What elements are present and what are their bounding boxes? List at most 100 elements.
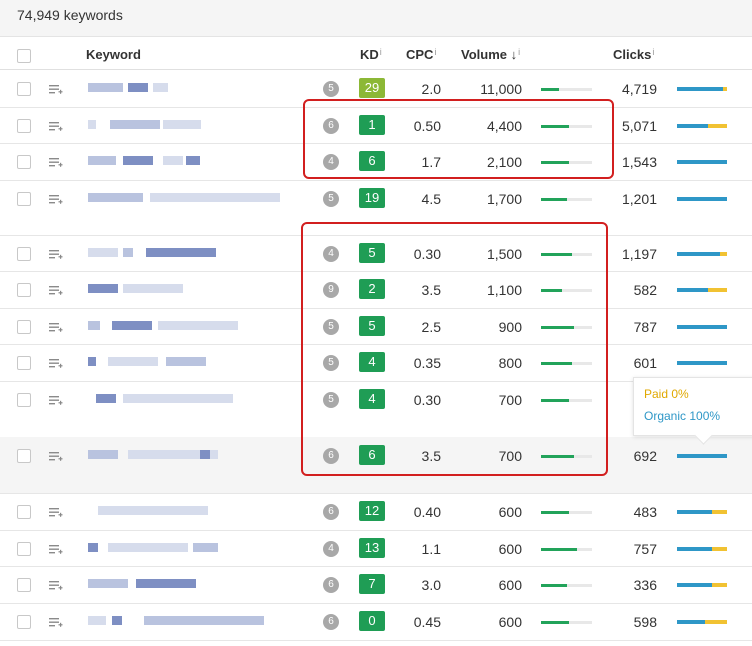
keyword-blurred[interactable] (88, 394, 288, 404)
add-to-list-icon[interactable] (49, 394, 63, 406)
rd-badge: 4 (323, 246, 339, 262)
rd-badge: 9 (323, 282, 339, 298)
add-to-list-icon[interactable] (49, 248, 63, 260)
add-to-list-icon[interactable] (49, 616, 63, 628)
volume-bar (541, 455, 592, 458)
clicks-bar[interactable] (677, 288, 727, 292)
keyword-blurred[interactable] (88, 284, 288, 294)
keyword-blurred[interactable] (88, 321, 288, 331)
row-checkbox[interactable] (17, 82, 31, 96)
row-checkbox[interactable] (17, 119, 31, 133)
kd-badge: 6 (359, 151, 385, 171)
kd-badge: 13 (359, 538, 385, 558)
row-checkbox[interactable] (17, 356, 31, 370)
kd-badge: 4 (359, 352, 385, 372)
rd-badge: 5 (323, 392, 339, 408)
clicks-bar[interactable] (677, 583, 727, 587)
rd-badge: 4 (323, 154, 339, 170)
info-icon[interactable]: i (434, 47, 436, 57)
keyword-blurred[interactable] (88, 579, 288, 589)
info-icon[interactable]: i (380, 47, 382, 57)
clicks-bar[interactable] (677, 87, 727, 91)
keyword-blurred[interactable] (88, 357, 288, 367)
clicks-bar[interactable] (677, 124, 727, 128)
add-to-list-icon[interactable] (49, 506, 63, 518)
clicks-bar[interactable] (677, 454, 727, 458)
rd-badge: 5 (323, 355, 339, 371)
volume-bar (541, 584, 592, 587)
kd-badge: 29 (359, 78, 385, 98)
row-checkbox[interactable] (17, 393, 31, 407)
column-cpc[interactable]: CPCi (406, 47, 436, 62)
add-to-list-icon[interactable] (49, 156, 63, 168)
keyword-count: 74,949 keywords (17, 7, 123, 23)
volume-value: 700 (498, 392, 522, 408)
clicks-bar[interactable] (677, 547, 727, 551)
column-clicks[interactable]: Clicksi (613, 47, 654, 62)
clicks-bar[interactable] (677, 197, 727, 201)
keyword-blurred[interactable] (88, 156, 288, 166)
clicks-bar[interactable] (677, 510, 727, 514)
add-to-list-icon[interactable] (49, 543, 63, 555)
info-icon[interactable]: i (518, 47, 520, 57)
keyword-blurred[interactable] (88, 506, 288, 516)
column-kd[interactable]: KDi (360, 47, 382, 62)
table-row: 6 12 0.40 600 483 (0, 493, 752, 531)
info-icon[interactable]: i (652, 47, 654, 57)
clicks-value: 1,201 (621, 191, 657, 207)
add-to-list-icon[interactable] (49, 450, 63, 462)
rd-badge: 4 (323, 541, 339, 557)
tooltip-organic: Organic 100% (644, 409, 721, 423)
keyword-blurred[interactable] (88, 193, 288, 203)
row-checkbox[interactable] (17, 615, 31, 629)
clicks-value: 336 (633, 577, 657, 593)
cpc-value: 1.7 (421, 154, 441, 170)
clicks-bar[interactable] (677, 325, 727, 329)
kd-badge: 5 (359, 243, 385, 263)
add-to-list-icon[interactable] (49, 193, 63, 205)
row-checkbox[interactable] (17, 283, 31, 297)
clicks-bar[interactable] (677, 620, 727, 624)
keyword-blurred[interactable] (88, 616, 288, 626)
clicks-bar[interactable] (677, 361, 727, 365)
summary-bar: 74,949 keywords (0, 0, 752, 37)
volume-value: 600 (498, 577, 522, 593)
volume-bar (541, 161, 592, 164)
add-to-list-icon[interactable] (49, 120, 63, 132)
volume-bar (541, 125, 592, 128)
volume-value: 700 (498, 448, 522, 464)
keyword-blurred[interactable] (88, 248, 288, 258)
row-checkbox[interactable] (17, 192, 31, 206)
row-checkbox[interactable] (17, 578, 31, 592)
column-keyword[interactable]: Keyword (86, 47, 141, 62)
volume-value: 600 (498, 541, 522, 557)
keyword-blurred[interactable] (88, 543, 288, 553)
row-checkbox[interactable] (17, 449, 31, 463)
keyword-blurred[interactable] (88, 450, 288, 460)
row-checkbox[interactable] (17, 505, 31, 519)
cpc-value: 0.40 (413, 504, 441, 520)
row-checkbox[interactable] (17, 155, 31, 169)
cpc-value: 0.30 (413, 392, 441, 408)
keyword-blurred[interactable] (88, 83, 288, 93)
volume-bar (541, 399, 592, 402)
volume-value: 1,700 (486, 191, 522, 207)
row-checkbox[interactable] (17, 320, 31, 334)
add-to-list-icon[interactable] (49, 321, 63, 333)
select-all-checkbox[interactable] (17, 49, 31, 63)
clicks-value: 4,719 (621, 81, 657, 97)
add-to-list-icon[interactable] (49, 284, 63, 296)
clicks-bar[interactable] (677, 160, 727, 164)
add-to-list-icon[interactable] (49, 357, 63, 369)
row-checkbox[interactable] (17, 542, 31, 556)
rd-badge: 6 (323, 577, 339, 593)
table-row: 6 6 3.5 700 692 (0, 437, 752, 494)
column-volume[interactable]: Volume ↓i (461, 47, 520, 62)
add-to-list-icon[interactable] (49, 579, 63, 591)
rd-badge: 5 (323, 319, 339, 335)
row-checkbox[interactable] (17, 247, 31, 261)
keyword-blurred[interactable] (88, 120, 288, 130)
add-to-list-icon[interactable] (49, 83, 63, 95)
clicks-bar[interactable] (677, 252, 727, 256)
volume-value: 600 (498, 504, 522, 520)
